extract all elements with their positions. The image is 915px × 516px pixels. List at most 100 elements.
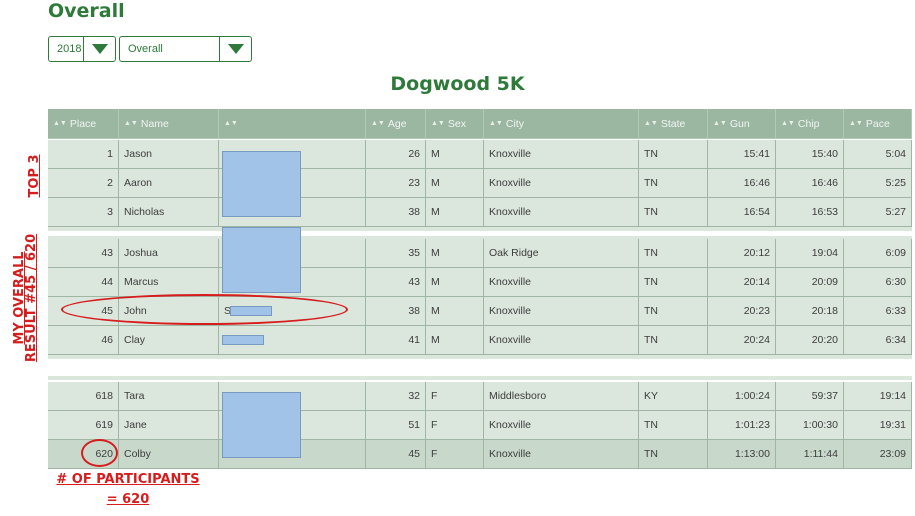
sort-icon: ▲▼ xyxy=(431,120,445,128)
pace-cell: 6:34 xyxy=(844,326,912,355)
city-cell: Knoxville xyxy=(484,297,639,326)
sex-cell: F xyxy=(426,440,484,469)
sort-icon: ▲▼ xyxy=(781,120,795,128)
column-header-chip[interactable]: ▲▼ Chip xyxy=(776,109,844,139)
name-cell: Colby xyxy=(119,440,219,469)
city-cell: Knoxville xyxy=(484,440,639,469)
redaction-box xyxy=(222,335,264,345)
age-cell: 35 xyxy=(366,239,426,268)
pace-cell: 6:09 xyxy=(844,239,912,268)
column-header-name[interactable]: ▲▼ Name xyxy=(119,109,219,139)
year-select[interactable]: 2018 xyxy=(48,36,116,62)
state-cell: TN xyxy=(639,411,708,440)
chip-cell: 20:18 xyxy=(776,297,844,326)
name-cell: Clay xyxy=(119,326,219,355)
name-cell: Tara xyxy=(119,382,219,411)
participants-annotation-line2: = 620 xyxy=(106,492,150,507)
sort-icon: ▲▼ xyxy=(124,120,138,128)
chevron-down-icon[interactable] xyxy=(83,37,115,61)
table-row[interactable]: 46 Clay 41 M Knoxville TN 20:24 20:20 6:… xyxy=(48,326,912,355)
place-cell: 43 xyxy=(48,239,119,268)
table-row[interactable]: 618 Tara 32 F Middlesboro KY 1:00:24 59:… xyxy=(48,382,912,411)
chip-cell: 20:20 xyxy=(776,326,844,355)
gun-cell: 15:41 xyxy=(708,140,776,169)
gun-cell: 1:01:23 xyxy=(708,411,776,440)
age-cell: 43 xyxy=(366,268,426,297)
chip-cell: 1:00:30 xyxy=(776,411,844,440)
table-row[interactable]: 2 Aaron 23 M Knoxville TN 16:46 16:46 5:… xyxy=(48,169,912,198)
pace-cell: 19:14 xyxy=(844,382,912,411)
gun-cell: 20:12 xyxy=(708,239,776,268)
chevron-down-icon[interactable] xyxy=(219,37,251,61)
state-cell: TN xyxy=(639,297,708,326)
sex-cell: M xyxy=(426,140,484,169)
sort-icon: ▲▼ xyxy=(713,120,727,128)
age-cell: 38 xyxy=(366,198,426,227)
state-cell: TN xyxy=(639,239,708,268)
sex-cell: M xyxy=(426,297,484,326)
sort-icon: ▲▼ xyxy=(644,120,658,128)
table-row[interactable]: 1 Jason 26 M Knoxville TN 15:41 15:40 5:… xyxy=(48,140,912,169)
column-header-state[interactable]: ▲▼ State xyxy=(639,109,708,139)
state-cell: TN xyxy=(639,169,708,198)
pace-cell: 6:33 xyxy=(844,297,912,326)
table-row[interactable]: 619 Jane 51 F Knoxville TN 1:01:23 1:00:… xyxy=(48,411,912,440)
redaction-box xyxy=(222,227,301,293)
column-header-pace[interactable]: ▲▼ Pace xyxy=(844,109,912,139)
column-header-age[interactable]: ▲▼ Age xyxy=(366,109,426,139)
place-cell: 46 xyxy=(48,326,119,355)
name-cell: Jason xyxy=(119,140,219,169)
place-cell: 44 xyxy=(48,268,119,297)
column-header-sex[interactable]: ▲▼ Sex xyxy=(426,109,484,139)
place-cell: 619 xyxy=(48,411,119,440)
age-cell: 51 xyxy=(366,411,426,440)
name-cell: Joshua xyxy=(119,239,219,268)
name-cell: Aaron xyxy=(119,169,219,198)
state-cell: TN xyxy=(639,326,708,355)
row-separator xyxy=(48,227,912,231)
table-row[interactable]: 44 Marcus 43 M Knoxville TN 20:14 20:09 … xyxy=(48,268,912,297)
age-cell: 41 xyxy=(366,326,426,355)
column-header-gun[interactable]: ▲▼ Gun xyxy=(708,109,776,139)
chip-cell: 16:46 xyxy=(776,169,844,198)
highlight-ellipse-my-result xyxy=(61,294,348,325)
column-header-city[interactable]: ▲▼ City xyxy=(484,109,639,139)
chip-cell: 59:37 xyxy=(776,382,844,411)
column-header-blank[interactable]: ▲▼ xyxy=(219,109,366,139)
state-cell: TN xyxy=(639,268,708,297)
name-cell: Jane xyxy=(119,411,219,440)
city-cell: Knoxville xyxy=(484,169,639,198)
table-row[interactable]: 43 Joshua 35 M Oak Ridge TN 20:12 19:04 … xyxy=(48,239,912,268)
gun-cell: 1:00:24 xyxy=(708,382,776,411)
row-separator xyxy=(48,376,912,380)
category-select[interactable]: Overall xyxy=(119,36,252,62)
sex-cell: F xyxy=(426,411,484,440)
city-cell: Knoxville xyxy=(484,326,639,355)
city-cell: Oak Ridge xyxy=(484,239,639,268)
pace-cell: 5:25 xyxy=(844,169,912,198)
page-title: Overall xyxy=(48,0,125,22)
city-cell: Knoxville xyxy=(484,411,639,440)
participants-annotation-line1: # OF PARTICIPANTS xyxy=(56,472,200,487)
pace-cell: 6:30 xyxy=(844,268,912,297)
state-cell: TN xyxy=(639,198,708,227)
gun-cell: 20:23 xyxy=(708,297,776,326)
city-cell: Knoxville xyxy=(484,268,639,297)
name-cell: Nicholas xyxy=(119,198,219,227)
age-cell: 38 xyxy=(366,297,426,326)
place-cell: 1 xyxy=(48,140,119,169)
sex-cell: F xyxy=(426,382,484,411)
sort-icon: ▲▼ xyxy=(224,120,238,128)
gun-cell: 20:14 xyxy=(708,268,776,297)
sex-cell: M xyxy=(426,239,484,268)
table-row[interactable]: 620 Colby 45 F Knoxville TN 1:13:00 1:11… xyxy=(48,440,912,469)
chip-cell: 19:04 xyxy=(776,239,844,268)
chip-cell: 1:11:44 xyxy=(776,440,844,469)
sex-cell: M xyxy=(426,268,484,297)
state-cell: TN xyxy=(639,140,708,169)
table-row[interactable]: 3 Nicholas 38 M Knoxville TN 16:54 16:53… xyxy=(48,198,912,227)
pace-cell: 5:04 xyxy=(844,140,912,169)
pace-cell: 23:09 xyxy=(844,440,912,469)
column-header-place[interactable]: ▲▼ Place xyxy=(48,109,119,139)
gun-cell: 20:24 xyxy=(708,326,776,355)
